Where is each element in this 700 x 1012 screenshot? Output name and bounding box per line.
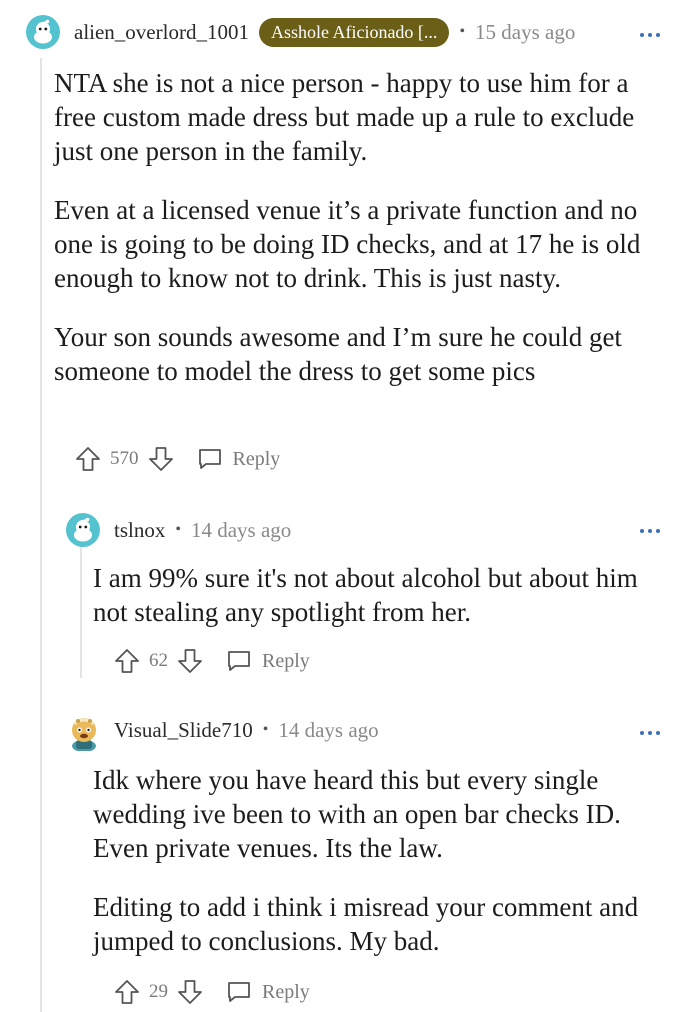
more-options-icon[interactable] <box>640 526 664 536</box>
vote-count: 570 <box>110 448 139 469</box>
comment-paragraph: Your son sounds awesome and I’m sure he … <box>54 322 622 386</box>
cartoon-avatar-icon[interactable] <box>66 713 100 751</box>
upvote-arrow-icon[interactable] <box>113 978 141 1006</box>
reddit-avatar-icon[interactable] <box>66 513 100 547</box>
comment-paragraph: NTA she is not a nice person - happy to … <box>54 68 635 166</box>
comment-actions: 29 Reply <box>113 978 310 1006</box>
comment-paragraph: Editing to add i think i misread your co… <box>93 892 639 956</box>
reply-bubble-icon[interactable] <box>197 446 223 472</box>
downvote-arrow-icon[interactable] <box>147 445 175 473</box>
upvote-arrow-icon[interactable] <box>74 445 102 473</box>
comment-body: Idk where you have heard this but every … <box>93 763 673 958</box>
comment-body: I am 99% sure it's not about alcohol but… <box>93 561 673 629</box>
thread-line <box>40 58 42 1012</box>
comment-actions: 62 Reply <box>113 647 310 675</box>
comment-header: alien_overlord_1001 Asshole Aficionado [… <box>26 15 575 49</box>
comment-paragraph: I am 99% sure it's not about alcohol but… <box>93 563 638 627</box>
reddit-avatar-icon[interactable] <box>26 15 60 49</box>
reply-button[interactable]: Reply <box>262 650 310 673</box>
user-flair: Asshole Aficionado [... <box>258 17 450 47</box>
comment-paragraph: Idk where you have heard this but every … <box>93 765 621 863</box>
comment-timestamp: 15 days ago <box>475 19 576 44</box>
username[interactable]: Visual_Slide710 <box>114 718 253 743</box>
more-options-icon[interactable] <box>640 728 664 738</box>
thread-line-nested <box>80 545 82 678</box>
separator-dot: • <box>459 23 466 40</box>
reply-bubble-icon[interactable] <box>226 979 252 1005</box>
vote-count: 29 <box>149 981 168 1002</box>
reply-button[interactable]: Reply <box>233 448 281 471</box>
downvote-arrow-icon[interactable] <box>176 978 204 1006</box>
username[interactable]: tslnox <box>114 518 165 543</box>
reply-bubble-icon[interactable] <box>226 648 252 674</box>
comment-header: tslnox • 14 days ago <box>66 513 291 547</box>
comment-header: Visual_Slide710 • 14 days ago <box>66 713 379 751</box>
comment-paragraph: Even at a licensed venue it’s a private … <box>54 195 641 293</box>
reply-button[interactable]: Reply <box>262 981 310 1004</box>
downvote-arrow-icon[interactable] <box>176 647 204 675</box>
comment-timestamp: 14 days ago <box>278 717 379 742</box>
separator-dot: • <box>262 721 269 738</box>
upvote-arrow-icon[interactable] <box>113 647 141 675</box>
comment-body: NTA she is not a nice person - happy to … <box>54 66 674 388</box>
more-options-icon[interactable] <box>640 30 664 40</box>
comment-timestamp: 14 days ago <box>190 517 292 542</box>
username[interactable]: alien_overlord_1001 <box>74 20 249 45</box>
separator-dot: • <box>175 521 181 538</box>
vote-count: 62 <box>149 650 168 671</box>
comment-actions: 570 Reply <box>74 445 280 473</box>
